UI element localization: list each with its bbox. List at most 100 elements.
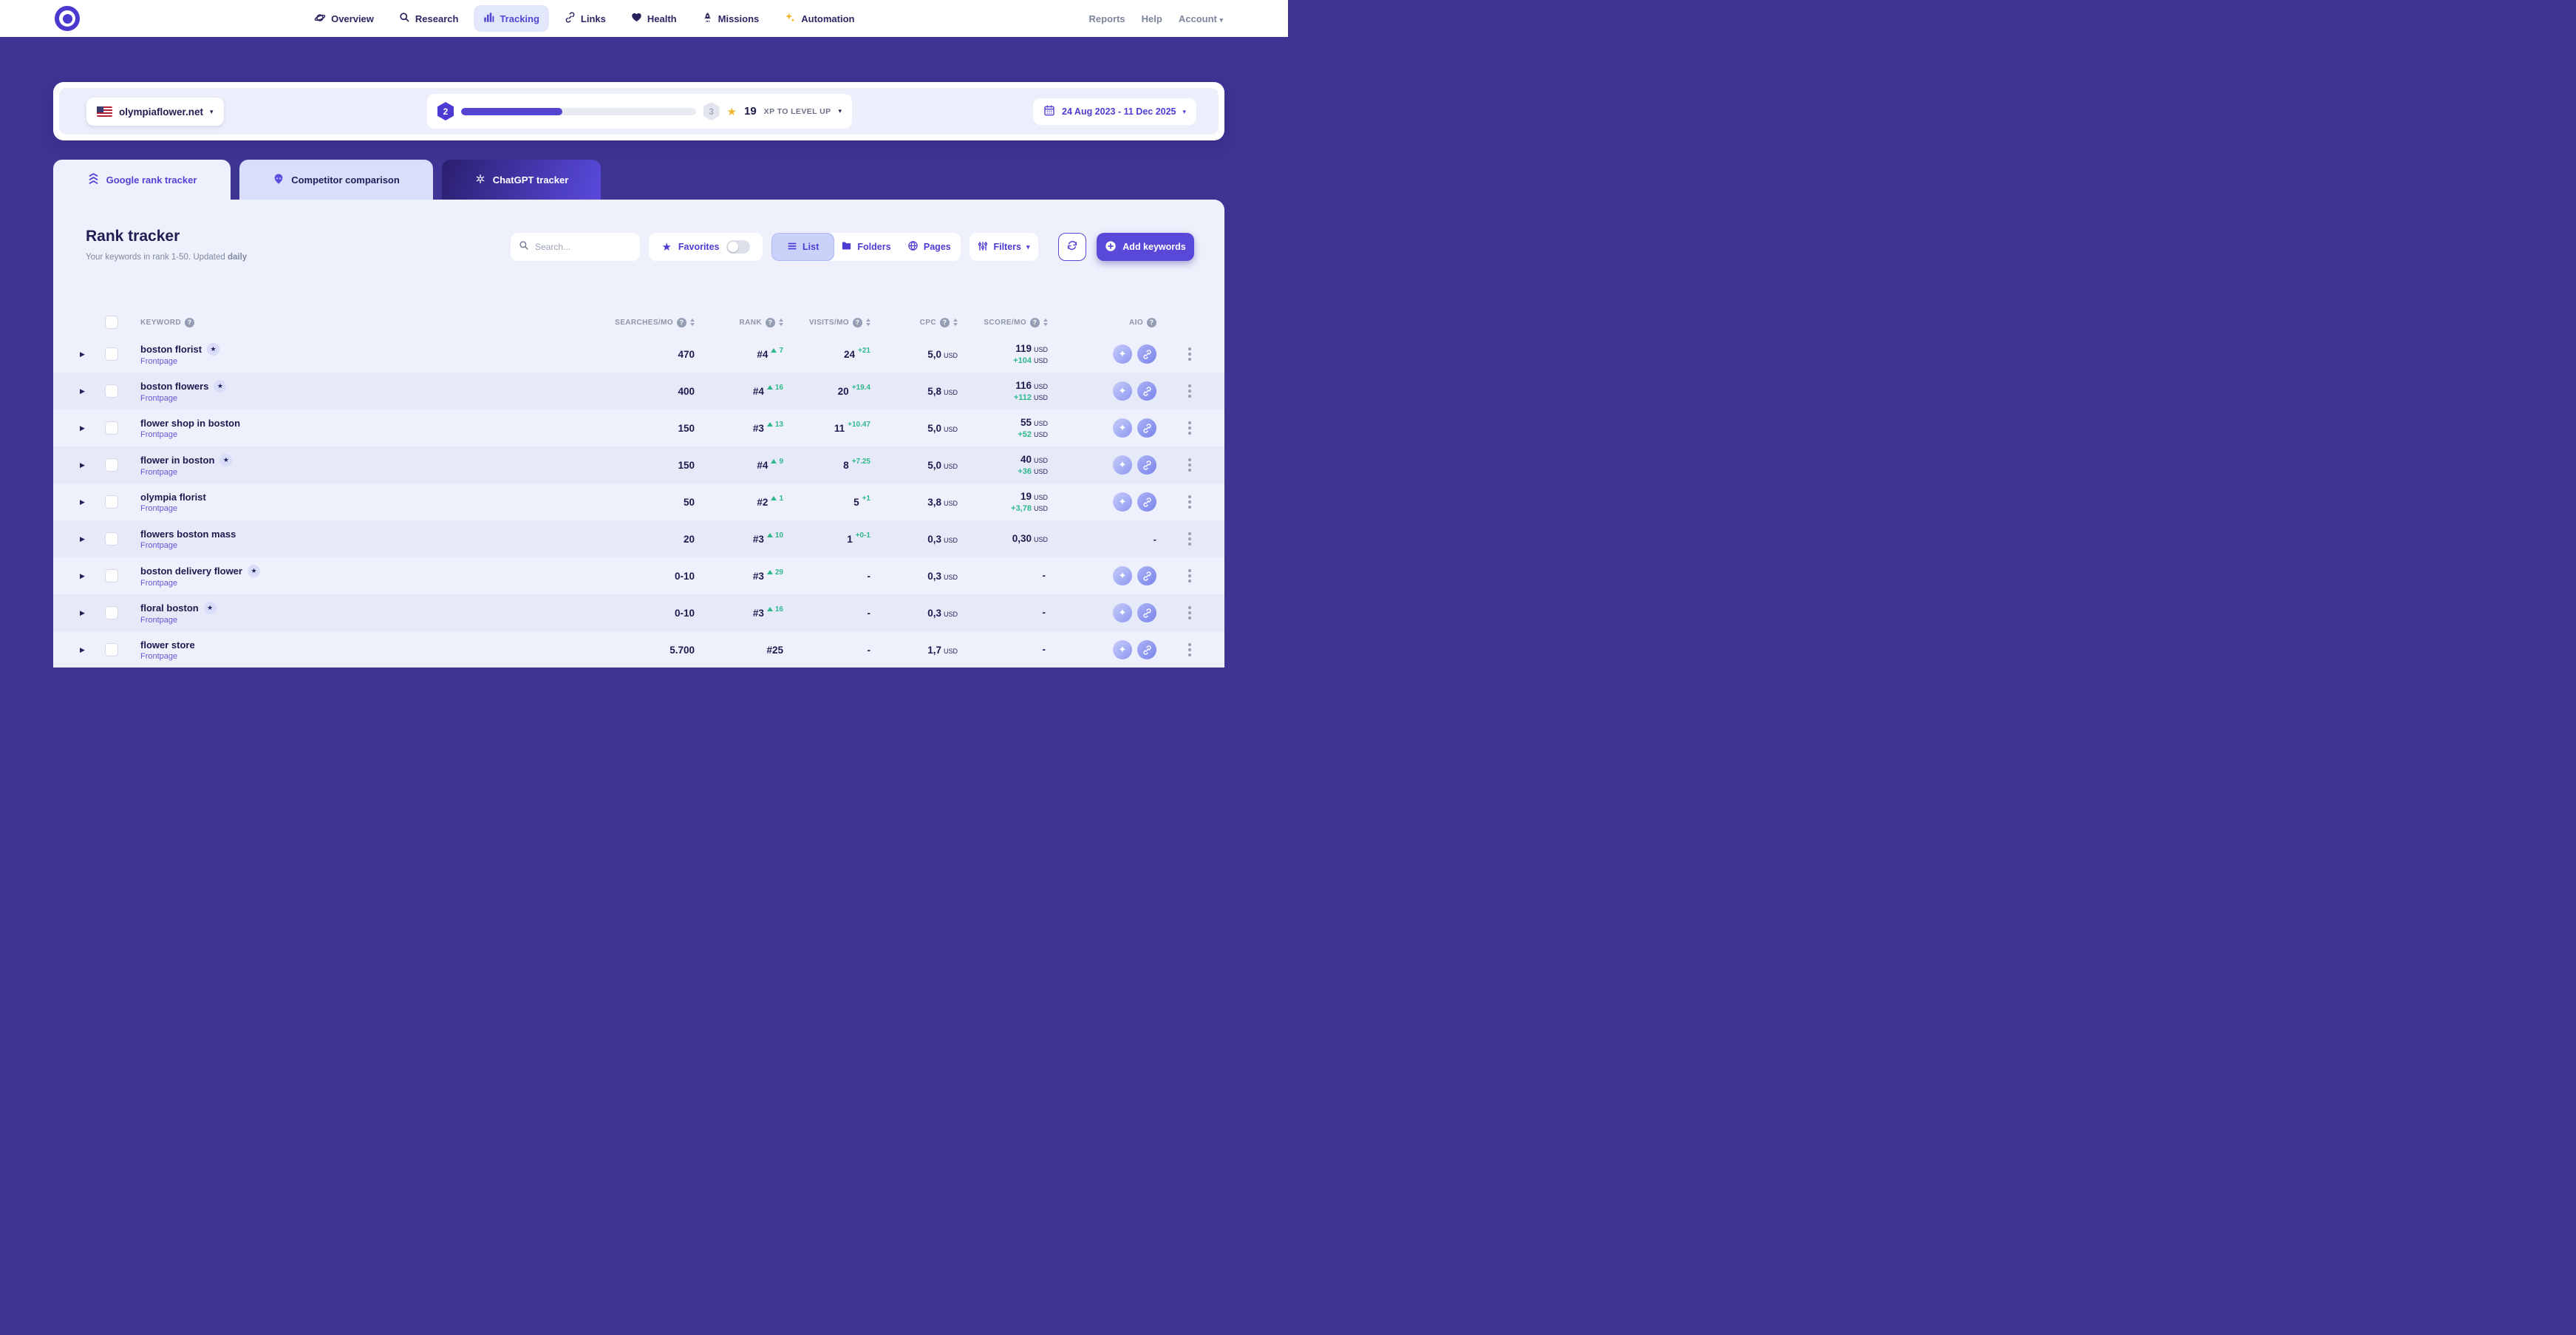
favorite-star-badge[interactable]: ★ — [219, 454, 232, 466]
keyword-link[interactable]: boston flowers — [140, 381, 208, 392]
visits-change: +21 — [858, 347, 870, 355]
col-cpc[interactable]: CPC? — [870, 318, 958, 327]
aio-sparkle-button[interactable]: ✦ — [1113, 455, 1132, 475]
aio-link-button[interactable] — [1137, 566, 1156, 585]
expand-caret-icon[interactable]: ▶ — [80, 461, 99, 469]
expand-caret-icon[interactable]: ▶ — [80, 535, 99, 543]
col-rank[interactable]: RANK? — [695, 318, 783, 327]
favorite-star-badge[interactable]: ★ — [214, 380, 226, 393]
row-menu-kebab[interactable] — [1188, 421, 1191, 435]
aio-link-button[interactable] — [1137, 455, 1156, 475]
favorites-toggle[interactable]: ★ Favorites — [649, 233, 763, 261]
favorite-star-badge[interactable]: ★ — [204, 602, 217, 614]
view-pages[interactable]: Pages — [898, 233, 961, 261]
aio-link-button[interactable] — [1137, 640, 1156, 659]
row-checkbox[interactable] — [105, 421, 118, 435]
tab-competitor-comparison[interactable]: Competitor comparison — [239, 160, 433, 200]
nav-item-missions[interactable]: Missions — [692, 5, 769, 32]
row-checkbox[interactable] — [105, 606, 118, 619]
aio-link-button[interactable] — [1137, 603, 1156, 622]
add-keywords-button[interactable]: Add keywords — [1097, 233, 1194, 261]
row-menu-kebab[interactable] — [1188, 606, 1191, 619]
expand-caret-icon[interactable]: ▶ — [80, 498, 99, 506]
row-menu-kebab[interactable] — [1188, 643, 1191, 656]
nav-item-tracking[interactable]: Tracking — [474, 5, 548, 32]
aio-link-button[interactable] — [1137, 381, 1156, 401]
nav-item-health[interactable]: Health — [621, 5, 686, 32]
tab-chatgpt-tracker[interactable]: ChatGPT tracker — [442, 160, 601, 200]
keyword-link[interactable]: boston florist — [140, 344, 202, 355]
aio-sparkle-button[interactable]: ✦ — [1113, 603, 1132, 622]
keyword-link[interactable]: flowers boston mass — [140, 529, 236, 540]
expand-caret-icon[interactable]: ▶ — [80, 424, 99, 432]
aio-sparkle-button[interactable]: ✦ — [1113, 344, 1132, 364]
help-icon[interactable]: ? — [1030, 318, 1040, 327]
expand-caret-icon[interactable]: ▶ — [80, 646, 99, 654]
aio-sparkle-button[interactable]: ✦ — [1113, 640, 1132, 659]
nav-item-automation[interactable]: Automation — [774, 5, 864, 33]
morningscore-logo[interactable] — [55, 6, 80, 31]
search-input[interactable] — [535, 242, 624, 252]
col-score[interactable]: SCORE/MO? — [958, 318, 1048, 327]
select-all-checkbox[interactable] — [105, 316, 118, 329]
date-range-picker[interactable]: 24 Aug 2023 - 11 Dec 2025 ▾ — [1033, 98, 1196, 125]
chevron-down-icon[interactable]: ▾ — [838, 107, 842, 115]
help-icon[interactable]: ? — [185, 318, 194, 327]
aio-link-button[interactable] — [1137, 492, 1156, 512]
row-menu-kebab[interactable] — [1188, 384, 1191, 398]
toggle-switch[interactable] — [726, 240, 750, 254]
arrow-up-icon — [767, 422, 773, 427]
expand-caret-icon[interactable]: ▶ — [80, 387, 99, 395]
col-searches[interactable]: SEARCHES/MO? — [606, 318, 695, 327]
row-checkbox[interactable] — [105, 458, 118, 472]
row-menu-kebab[interactable] — [1188, 532, 1191, 546]
row-checkbox[interactable] — [105, 532, 118, 546]
row-menu-kebab[interactable] — [1188, 458, 1191, 472]
aio-sparkle-button[interactable]: ✦ — [1113, 492, 1132, 512]
aio-link-button[interactable] — [1137, 344, 1156, 364]
aio-sparkle-button[interactable]: ✦ — [1113, 381, 1132, 401]
favorite-star-badge[interactable]: ★ — [207, 343, 219, 356]
keyword-link[interactable]: floral boston — [140, 602, 199, 614]
row-menu-kebab[interactable] — [1188, 347, 1191, 361]
view-list[interactable]: List — [771, 233, 834, 261]
reports-link[interactable]: Reports — [1089, 13, 1125, 24]
keyword-link[interactable]: flower in boston — [140, 455, 214, 466]
row-checkbox[interactable] — [105, 569, 118, 582]
sliders-icon — [978, 241, 988, 254]
keyword-link[interactable]: boston delivery flower — [140, 565, 242, 577]
help-icon[interactable]: ? — [1147, 318, 1156, 327]
expand-caret-icon[interactable]: ▶ — [80, 572, 99, 580]
row-checkbox[interactable] — [105, 347, 118, 361]
col-visits[interactable]: VISITS/MO? — [783, 318, 870, 327]
view-folders[interactable]: Folders — [834, 233, 897, 261]
domain-selector[interactable]: olympiaflower.net ▾ — [86, 98, 224, 126]
help-icon[interactable]: ? — [940, 318, 950, 327]
aio-sparkle-button[interactable]: ✦ — [1113, 566, 1132, 585]
help-icon[interactable]: ? — [766, 318, 775, 327]
keyword-link[interactable]: olympia florist — [140, 492, 206, 503]
keyword-link[interactable]: flower store — [140, 639, 195, 650]
expand-caret-icon[interactable]: ▶ — [80, 350, 99, 359]
row-menu-kebab[interactable] — [1188, 495, 1191, 509]
filters-button[interactable]: Filters ▾ — [970, 233, 1038, 261]
help-link[interactable]: Help — [1142, 13, 1162, 24]
tab-google-rank-tracker[interactable]: Google rank tracker — [53, 160, 231, 200]
nav-item-research[interactable]: Research — [389, 5, 468, 32]
nav-item-overview[interactable]: Overview — [304, 5, 384, 33]
row-menu-kebab[interactable] — [1188, 569, 1191, 582]
account-menu[interactable]: Account ▾ — [1179, 13, 1223, 24]
row-checkbox[interactable] — [105, 384, 118, 398]
help-icon[interactable]: ? — [853, 318, 862, 327]
help-icon[interactable]: ? — [677, 318, 686, 327]
row-checkbox[interactable] — [105, 643, 118, 656]
hero-card: olympiaflower.net ▾ 2 3 ★ 19 XP TO LEVEL… — [53, 82, 1224, 140]
favorite-star-badge[interactable]: ★ — [248, 565, 260, 577]
row-checkbox[interactable] — [105, 495, 118, 509]
nav-item-links[interactable]: Links — [555, 5, 616, 32]
expand-caret-icon[interactable]: ▶ — [80, 609, 99, 617]
refresh-button[interactable] — [1058, 233, 1086, 261]
aio-link-button[interactable] — [1137, 418, 1156, 438]
aio-sparkle-button[interactable]: ✦ — [1113, 418, 1132, 438]
keyword-link[interactable]: flower shop in boston — [140, 418, 240, 429]
